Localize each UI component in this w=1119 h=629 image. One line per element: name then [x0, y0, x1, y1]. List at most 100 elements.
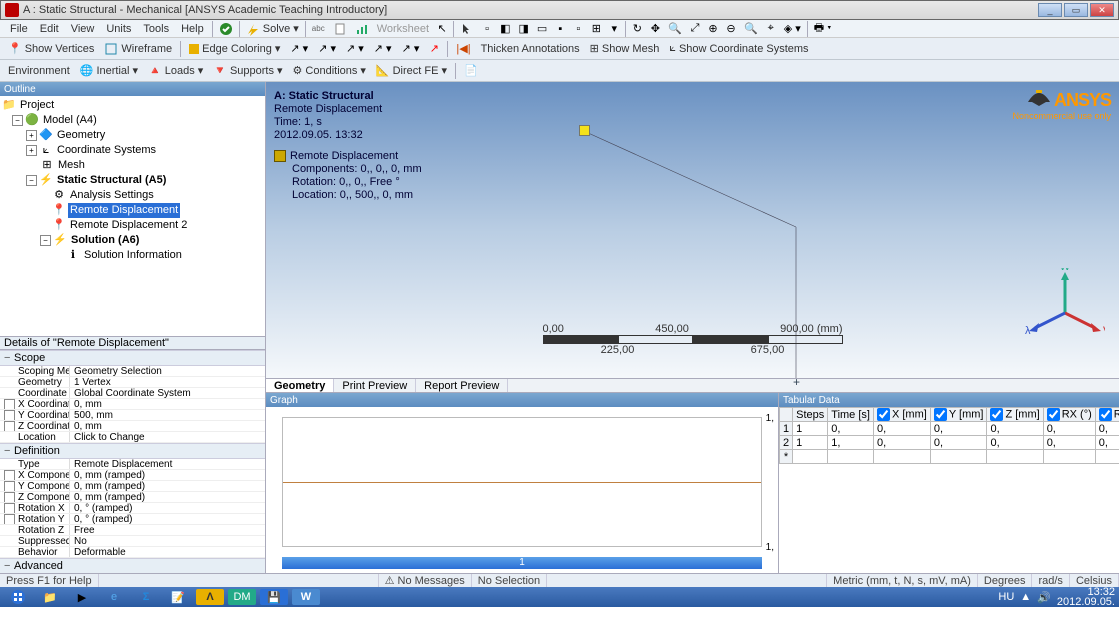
wireframe-button[interactable]: Wireframe [100, 42, 176, 56]
close-button[interactable]: ✕ [1090, 3, 1114, 17]
v-scoping[interactable]: Geometry Selection [70, 366, 265, 376]
v-zcomp[interactable]: 0, mm (ramped) [70, 492, 265, 502]
edge-4-icon[interactable]: ↗ ▾ [370, 40, 396, 58]
select-edge-icon[interactable]: ▭ [533, 20, 551, 38]
pan-icon[interactable]: ✥ [646, 20, 664, 38]
rotate-icon[interactable]: ↻ [628, 20, 646, 38]
menu-units[interactable]: Units [100, 21, 137, 37]
solve-button[interactable]: Solve ▾ [242, 22, 303, 36]
status-units[interactable]: Metric (mm, t, N, s, mV, mA) [827, 574, 978, 587]
thicken-toggle-icon[interactable]: |◀| [452, 40, 474, 58]
loads-button[interactable]: 🔺Loads ▾ [144, 64, 207, 77]
tree-rd1[interactable]: Remote Displacement [68, 203, 180, 218]
look-at-icon[interactable]: ⌖ [762, 20, 780, 38]
edge-coloring-button[interactable]: Edge Coloring ▾ [185, 42, 284, 55]
tabular-table[interactable]: Steps Time [s] X [mm] Y [mm] Z [mm] RX (… [779, 407, 1119, 573]
save-icon[interactable]: 💾 [260, 589, 288, 605]
group-scope[interactable]: Scope [0, 350, 265, 366]
ansys-wb-icon[interactable]: Λ [196, 589, 224, 605]
chk-y[interactable] [934, 408, 947, 421]
magnify-icon[interactable]: 🔍 [740, 20, 762, 38]
group-advanced[interactable]: Advanced [0, 558, 265, 573]
th-time[interactable]: Time [s] [828, 408, 874, 422]
worksheet-button[interactable]: Worksheet [373, 23, 433, 35]
expand-icon[interactable]: + [26, 145, 37, 156]
minimize-button[interactable]: _ [1038, 3, 1062, 17]
v-roty[interactable]: 0, ° (ramped) [70, 514, 265, 524]
tree-ss[interactable]: Static Structural (A5) [55, 173, 168, 188]
arrow-icon[interactable]: ↖ [433, 20, 451, 38]
tree-model[interactable]: Model (A4) [41, 113, 99, 128]
tree-sol[interactable]: Solution (A6) [69, 233, 141, 248]
v-suppressed[interactable]: No [70, 536, 265, 546]
select-vertex-icon[interactable]: ▪ [551, 20, 569, 38]
menu-file[interactable]: File [4, 21, 34, 37]
explorer-icon[interactable]: 📁 [36, 589, 64, 605]
chk-rx[interactable] [1047, 408, 1060, 421]
tree-geometry[interactable]: Geometry [55, 128, 107, 143]
v-xcoord[interactable]: 0, mm [70, 399, 265, 409]
v-csys[interactable]: Global Coordinate System [70, 388, 265, 398]
select-mode-icon[interactable]: ▾ [605, 20, 623, 38]
menu-help[interactable]: Help [175, 21, 210, 37]
wmp-icon[interactable]: ▶ [68, 589, 96, 605]
bc-marker[interactable] [579, 125, 590, 136]
chk-ry[interactable] [1099, 408, 1112, 421]
tab-report-preview[interactable]: Report Preview [416, 379, 508, 392]
menu-edit[interactable]: Edit [34, 21, 65, 37]
v-ycomp[interactable]: 0, mm (ramped) [70, 481, 265, 491]
tab-geometry[interactable]: Geometry [266, 379, 334, 392]
check-icon[interactable] [215, 20, 237, 38]
print-icon[interactable]: 🖶 ▾ [810, 20, 836, 38]
edge-1-icon[interactable]: ↗ ▾ [286, 40, 312, 58]
expand-icon[interactable]: − [40, 235, 51, 246]
edge-2-icon[interactable]: ↗ ▾ [314, 40, 340, 58]
tree-coord[interactable]: Coordinate Systems [55, 143, 158, 158]
zoom-box-icon[interactable]: 🔍 [664, 20, 686, 38]
zoom-in-icon[interactable]: ⊕ [704, 20, 722, 38]
outline-tree[interactable]: 📁Project −🟢Model (A4) +🔷Geometry +⟀Coord… [0, 96, 265, 336]
tab-print-preview[interactable]: Print Preview [334, 379, 416, 392]
tree-analysis[interactable]: Analysis Settings [68, 188, 156, 203]
zoom-fit-icon[interactable]: ⤢ [686, 20, 704, 38]
chart-icon[interactable] [351, 20, 373, 38]
status-messages[interactable]: ⚠No Messages [379, 574, 472, 587]
show-coord-button[interactable]: ⟀Show Coordinate Systems [665, 42, 812, 55]
expand-icon[interactable]: − [12, 115, 23, 126]
lang-indicator[interactable]: HU [998, 591, 1014, 603]
inertial-button[interactable]: 🌐Inertial ▾ [76, 64, 142, 77]
tree-solinfo[interactable]: Solution Information [82, 248, 184, 263]
select-node-icon[interactable]: ▫ [569, 20, 587, 38]
select-body-icon[interactable]: ◨ [514, 20, 532, 38]
v-zcoord[interactable]: 0, mm [70, 421, 265, 431]
chk-x[interactable] [877, 408, 890, 421]
tray-network-icon[interactable]: 🔊 [1037, 591, 1051, 604]
show-mesh-button[interactable]: ⊞Show Mesh [586, 42, 664, 55]
view-iso-icon[interactable]: ◈ ▾ [780, 20, 805, 38]
ie-icon[interactable]: e [100, 589, 128, 605]
edge-red-icon[interactable]: ↗ [425, 40, 443, 58]
v-ycoord[interactable]: 500, mm [70, 410, 265, 420]
sigma-icon[interactable]: Σ [132, 589, 160, 605]
thicken-annotations-button[interactable]: Thicken Annotations [477, 43, 584, 55]
new-icon[interactable] [329, 20, 351, 38]
tree-rd2[interactable]: Remote Displacement 2 [68, 218, 189, 233]
v-geom[interactable]: 1 Vertex [70, 377, 265, 387]
menu-tools[interactable]: Tools [137, 21, 175, 37]
conditions-button[interactable]: ⚙Conditions ▾ [289, 64, 370, 77]
select-face-icon[interactable]: ◧ [496, 20, 514, 38]
group-definition[interactable]: Definition [0, 443, 265, 459]
edge-5-icon[interactable]: ↗ ▾ [398, 40, 424, 58]
doc-icon[interactable]: 📄 [460, 62, 482, 80]
directfe-button[interactable]: 📐Direct FE ▾ [372, 64, 451, 77]
v-type[interactable]: Remote Displacement [70, 459, 265, 469]
tree-project[interactable]: Project [18, 98, 56, 113]
tray-date[interactable]: 2012.09.05. [1057, 597, 1115, 607]
show-vertices-button[interactable]: 📍Show Vertices [4, 42, 98, 55]
view-triad[interactable]: W V λ [1025, 268, 1105, 338]
maximize-button[interactable]: ▭ [1064, 3, 1088, 17]
th-steps[interactable]: Steps [793, 408, 828, 422]
dm-icon[interactable]: DM [228, 589, 256, 605]
word-icon[interactable]: W [292, 589, 320, 605]
v-xcomp[interactable]: 0, mm (ramped) [70, 470, 265, 480]
